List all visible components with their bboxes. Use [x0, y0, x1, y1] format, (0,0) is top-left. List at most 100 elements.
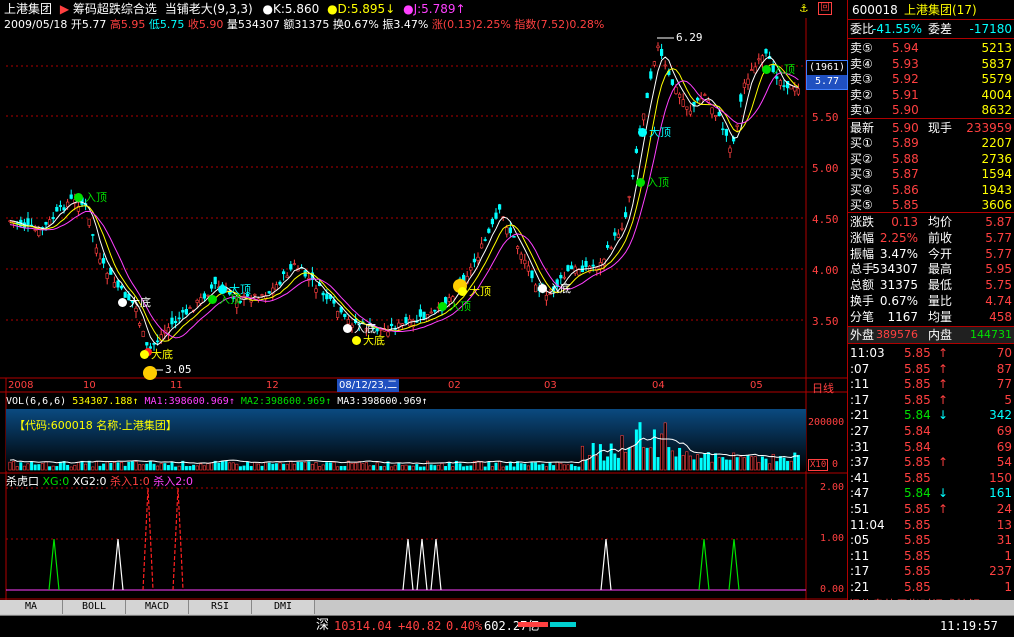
breadth-bar-down — [550, 622, 576, 627]
price-axis-label: 4.50 — [812, 213, 839, 226]
tick-row: :21 5.85 1 — [848, 579, 1014, 595]
cur-label: 现手 — [928, 121, 953, 135]
bottom-bar: MA BOLL MACD RSI DMI 深 10314.04 +40.82 0.40%… — [0, 600, 1014, 637]
tick-time: :17 — [850, 564, 870, 579]
weicha-label: 委差 — [928, 22, 953, 36]
signal-spike — [600, 538, 612, 591]
ask-volume: 5579 — [981, 72, 1012, 86]
tick-volume: 150 — [989, 470, 1012, 485]
tick-volume: 87 — [996, 361, 1012, 376]
stat-value: 31375 — [879, 278, 918, 293]
signal-spike — [112, 538, 124, 591]
tick-row: :11 5.85 1 — [848, 548, 1014, 564]
stat-label: 均价 — [928, 215, 953, 229]
tick-time: :37 — [850, 455, 870, 470]
bid-label: 买② — [850, 151, 873, 166]
status-change: +40.82 — [398, 619, 442, 633]
sha-chart[interactable] — [0, 0, 806, 600]
tick-row: :17 5.85 237 — [848, 563, 1014, 579]
tick-time: :17 — [850, 392, 870, 407]
weibi-row: 委比 -41.55% 委差 -17180 — [848, 21, 1014, 37]
status-index: 10314.04 — [334, 619, 392, 633]
tick-volume: 31 — [996, 533, 1012, 548]
stat-row: 换手 0.67% 量比 4.74 — [848, 293, 1014, 309]
tick-arrow-icon: ↑ — [938, 502, 949, 516]
stat-row: 总手 534307 最高 5.95 — [848, 261, 1014, 277]
vol-axis-label: 0 — [832, 459, 839, 470]
tick-row: :05 5.85 31 — [848, 532, 1014, 548]
tick-time: :21 — [850, 408, 870, 423]
quote-name: 上港集团(17) — [904, 3, 977, 17]
ask-volume: 4004 — [981, 87, 1012, 102]
bid-price: 5.86 — [892, 182, 919, 197]
tab-rsi[interactable]: RSI — [189, 600, 252, 614]
vol-axis-label: 200000 — [808, 417, 845, 428]
tick-row: :11 5.85 ↑ 77 — [848, 376, 1014, 392]
last-row: 最新 5.90 现手 233959 — [848, 120, 1014, 136]
bid-volume: 1943 — [981, 182, 1012, 197]
tick-arrow-icon: ↑ — [938, 346, 949, 360]
stat-row: 涨幅 2.25% 前收 5.77 — [848, 230, 1014, 246]
bid-volume: 2736 — [981, 151, 1012, 166]
tick-volume: 70 — [996, 346, 1012, 360]
tick-time: :21 — [850, 580, 870, 594]
bid-price: 5.89 — [892, 136, 919, 150]
stat-label: 换手 — [850, 294, 875, 308]
bid-row: 买⑤ 5.85 3606 — [848, 197, 1014, 213]
price-axis-label: 4.00 — [812, 264, 839, 277]
ask-label: 卖② — [850, 87, 873, 102]
bid-price: 5.87 — [892, 167, 919, 181]
tick-volume: 69 — [996, 424, 1012, 438]
stat-value: 458 — [989, 309, 1012, 324]
tab-ma[interactable]: MA — [0, 600, 63, 614]
bid-volume: 2207 — [981, 136, 1012, 150]
tick-price: 5.85 — [904, 564, 931, 579]
outer-value: 389576 — [876, 328, 918, 341]
last-price: 5.90 — [892, 121, 919, 135]
bid-row: 买③ 5.87 1594 — [848, 166, 1014, 182]
weicha-value: -17180 — [969, 22, 1012, 36]
tab-boll[interactable]: BOLL — [63, 600, 126, 614]
tick-volume: 1 — [1004, 580, 1012, 594]
tick-arrow-icon: ↓ — [938, 486, 949, 501]
breadth-bar-up — [518, 622, 548, 627]
ask-volume: 5213 — [981, 41, 1012, 55]
stat-value: 5.95 — [985, 262, 1012, 277]
stat-value: 534307 — [872, 262, 918, 277]
tick-volume: 342 — [989, 408, 1012, 423]
tick-price: 5.85 — [904, 392, 931, 407]
ask-price: 5.92 — [892, 72, 919, 86]
tick-arrow-icon: ↑ — [938, 455, 949, 470]
price-axis-label: 3.50 — [812, 315, 839, 328]
sha-axis-label: 2.00 — [820, 482, 845, 493]
tick-volume: 5 — [1004, 392, 1012, 407]
bid-price: 5.85 — [892, 198, 919, 212]
stat-label: 今开 — [928, 246, 953, 261]
tick-volume: 69 — [996, 439, 1012, 454]
tick-row: :31 5.84 69 — [848, 439, 1014, 455]
stat-value: 5.75 — [985, 278, 1012, 293]
bid-volume: 3606 — [981, 198, 1012, 212]
signal-spike — [698, 538, 710, 591]
ask-row: 卖② 5.91 4004 — [848, 87, 1014, 103]
tick-row: :47 5.84 ↓ 161 — [848, 485, 1014, 501]
stat-label: 总额 — [850, 278, 875, 293]
stat-value: 4.74 — [985, 294, 1012, 308]
bid-label: 买④ — [850, 182, 873, 197]
period-label[interactable]: 日线 — [812, 380, 834, 396]
tick-price: 5.84 — [904, 486, 931, 501]
chart-area[interactable]: 上港集团 ▶ 筹码超跌综合选 当铺老大(9,3,3) ●K:5.860 ●D:5… — [0, 0, 848, 600]
ask-price: 5.94 — [892, 41, 919, 55]
tick-arrow-icon: ↑ — [938, 392, 949, 407]
tab-dmi[interactable]: DMI — [252, 600, 315, 614]
stat-value: 0.13 — [891, 215, 918, 229]
signal-spike — [402, 538, 414, 591]
tick-price: 5.85 — [904, 346, 931, 360]
tick-row: :07 5.85 ↑ 87 — [848, 361, 1014, 377]
tab-macd[interactable]: MACD — [126, 600, 189, 614]
status-clock: 11:19:57 — [940, 619, 998, 633]
tick-time: :27 — [850, 424, 870, 438]
ask-label: 卖④ — [850, 56, 873, 71]
ask-label: 卖① — [850, 103, 873, 117]
tick-price: 5.85 — [904, 548, 931, 563]
